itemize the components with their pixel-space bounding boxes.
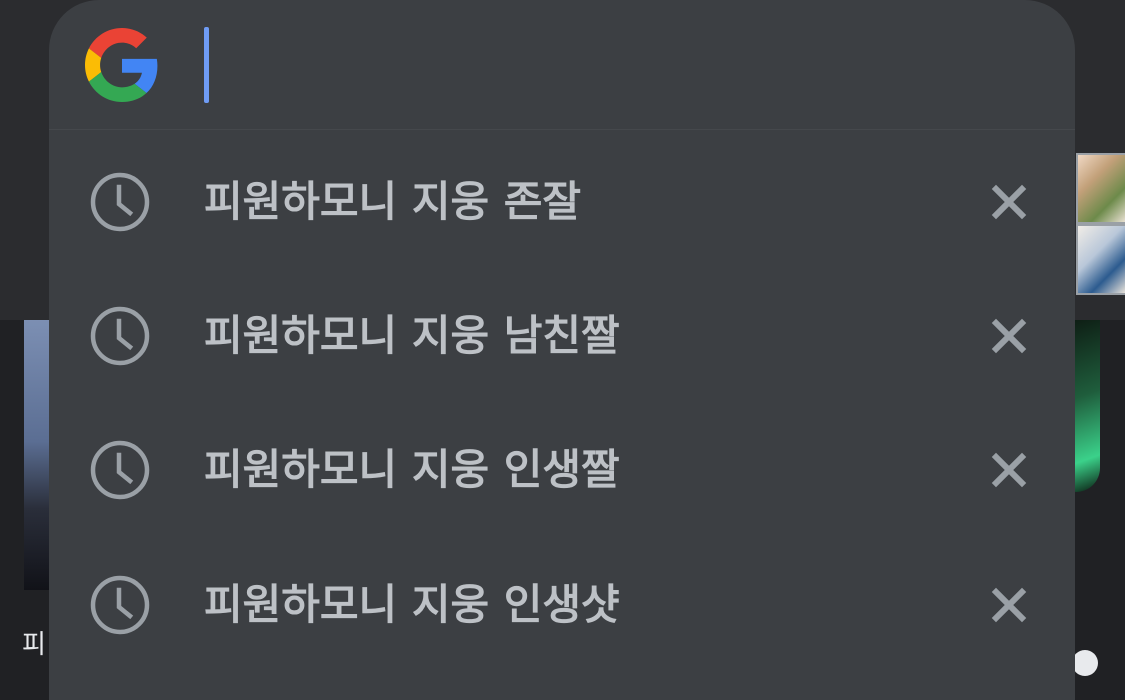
suggestion-label: 피원하모니 지웅 남친짤 [204,311,620,360]
background-caption: 피 [22,630,46,660]
history-clock-icon [90,306,150,366]
google-logo-icon [85,28,158,102]
history-clock-icon [90,575,150,635]
history-clock-icon [90,172,150,232]
suggestion-label: 피원하모니 지웅 인생샷 [204,580,620,629]
suggestion-item[interactable]: 피원하모니 지웅 인생짤 [49,401,1075,535]
suggestion-label: 피원하모니 지웅 인생짤 [204,445,620,494]
suggestion-item[interactable]: 피원하모니 지웅 존잘 [49,133,1075,267]
search-bar [49,0,1075,130]
close-icon [991,452,1027,488]
close-icon [991,184,1027,220]
close-icon [991,587,1027,623]
thumbnail-image[interactable] [1078,226,1125,293]
suggestion-item[interactable]: 피원하모니 지웅 인생샷 [49,536,1075,670]
remove-suggestion-button[interactable] [984,580,1034,630]
background-button[interactable] [1072,650,1098,676]
text-cursor [204,27,209,103]
thumbnail-image[interactable] [1078,155,1125,222]
remove-suggestion-button[interactable] [984,311,1034,361]
close-icon [991,318,1027,354]
divider [49,129,1075,130]
search-input[interactable] [199,24,979,106]
remove-suggestion-button[interactable] [984,445,1034,495]
suggestion-item[interactable]: 피원하모니 지웅 남친짤 [49,267,1075,401]
search-dropdown: 피원하모니 지웅 존잘 피원하모니 지웅 남친짤 피원하모니 지웅 인생짤 피원… [49,0,1075,700]
background-image-thumbnails[interactable] [1076,153,1125,295]
suggestion-label: 피원하모니 지웅 존잘 [204,177,582,226]
history-clock-icon [90,440,150,500]
remove-suggestion-button[interactable] [984,177,1034,227]
